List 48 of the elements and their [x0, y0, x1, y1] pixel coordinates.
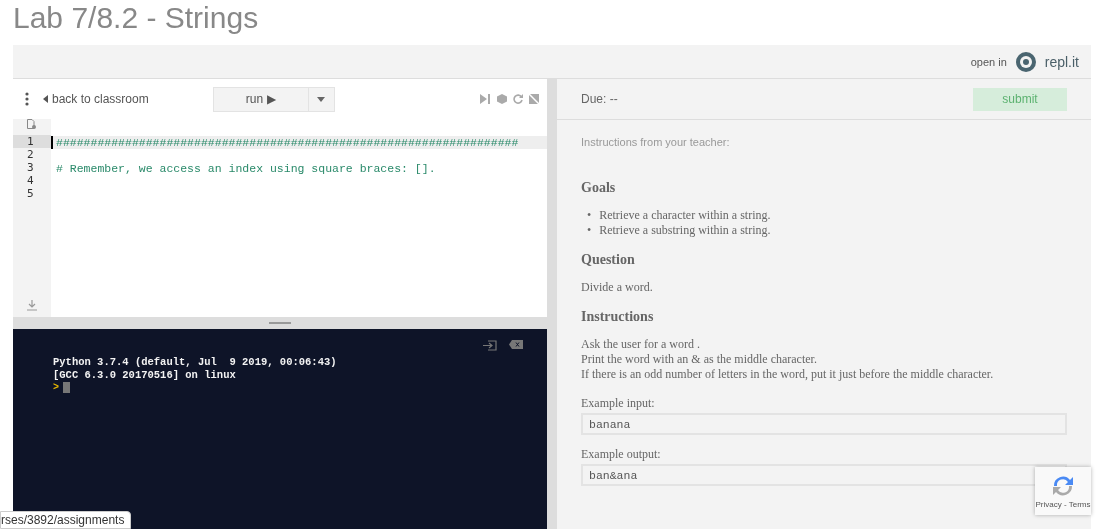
step-icon[interactable] — [480, 94, 491, 104]
spiral-logo-icon[interactable] — [1014, 50, 1037, 73]
bullet: • — [587, 223, 592, 238]
open-in-label: open in — [970, 55, 1007, 68]
goal-item: Retrieve a character within a string. — [599, 208, 771, 223]
file-icon[interactable] — [27, 119, 36, 129]
run-button[interactable]: run ▶ — [213, 87, 308, 111]
section-heading: Goals — [581, 180, 617, 196]
resize-handle-icon[interactable] — [269, 322, 291, 324]
caret-icon — [317, 96, 326, 102]
section-heading: Instructions — [581, 309, 655, 325]
privacy-terms-link[interactable]: Privacy - Terms — [1035, 499, 1091, 509]
input-icon[interactable] — [483, 340, 497, 351]
page-title: Lab 7/8.2 - Strings — [13, 0, 260, 36]
bullet: • — [587, 208, 592, 223]
clear-icon[interactable] — [529, 94, 539, 104]
recaptcha-badge[interactable]: Privacy - Terms — [1035, 467, 1091, 515]
due-date: Due: -- — [581, 92, 618, 106]
goal-item: Retrieve a substring within a string. — [599, 223, 771, 238]
instruction-text: Divide a word. — [581, 280, 654, 295]
instruction-text: Print the word with an & as the middle character. — [581, 352, 818, 367]
section-heading: Question — [581, 252, 636, 268]
run-dropdown[interactable] — [307, 87, 334, 111]
status-url: rses/3892/assignments — [0, 511, 132, 529]
line-number: 5 — [26, 187, 35, 200]
cube-icon[interactable] — [497, 94, 507, 104]
brand-name[interactable]: repl.it — [1044, 53, 1079, 70]
line-number: 1 — [13, 135, 51, 148]
code-line: # Remember, we access an index using square braces: []. — [55, 162, 437, 175]
backspace-icon[interactable] — [509, 340, 523, 349]
back-link[interactable]: back to classroom — [43, 92, 149, 106]
example-box: banana — [581, 413, 1067, 435]
cursor — [63, 382, 70, 393]
prompt-symbol: > — [53, 382, 59, 393]
refresh-icon[interactable] — [513, 94, 523, 104]
caret-icon — [43, 95, 48, 103]
line-number: 2 — [26, 148, 35, 161]
download-icon[interactable] — [27, 300, 37, 311]
instruction-text: If there is an odd number of letters in the word, put it just before the middle character. — [581, 367, 995, 382]
console-line: [GCC 6.3.0 20170516] on linux — [53, 369, 237, 382]
teacher-instructions-label: Instructions from your teacher: — [581, 136, 731, 148]
instruction-text: Ask the user for a word . — [581, 337, 701, 352]
example-label: Example output: — [581, 447, 662, 462]
line-number: 4 — [26, 174, 35, 187]
example-label: Example input: — [581, 396, 656, 411]
kebab-menu-icon[interactable] — [25, 92, 29, 106]
line-number: 3 — [26, 161, 35, 174]
console-line: Python 3.7.4 (default, Jul 9 2019, 00:06:43) — [53, 356, 338, 369]
